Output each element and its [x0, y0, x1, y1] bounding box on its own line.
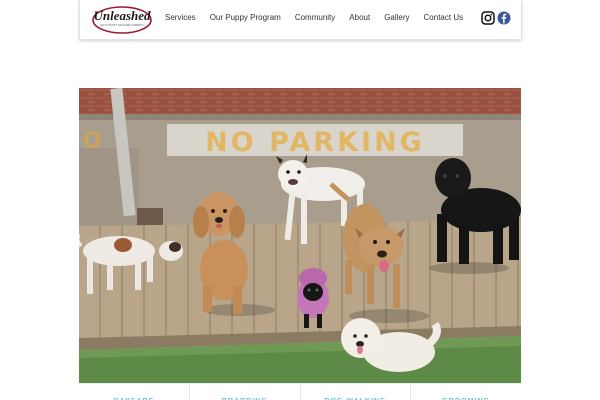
nav-contact-us[interactable]: Contact Us	[424, 13, 464, 23]
dogs-group-photo: NO PARKING O	[79, 88, 521, 383]
logo-tagline: A NYC PUPPY DAYCARE COMPANY	[100, 23, 144, 27]
hero-photo: NO PARKING O	[79, 88, 521, 383]
svg-text:O: O	[83, 129, 102, 154]
logo-graphic: Unleashed A NYC PUPPY DAYCARE COMPANY	[92, 6, 152, 34]
facebook-icon[interactable]	[497, 11, 511, 25]
social-links	[481, 11, 513, 25]
nav-our-puppy-program[interactable]: Our Puppy Program	[210, 13, 281, 23]
services-tiles: DAYCARE BOARDING DOG WALKING GROOMING	[79, 383, 521, 400]
tile-boarding[interactable]: BOARDING	[189, 383, 301, 400]
nav-community[interactable]: Community	[295, 13, 335, 23]
instagram-icon[interactable]	[481, 11, 495, 25]
nav-gallery[interactable]: Gallery	[384, 13, 409, 23]
main-nav: Services Our Puppy Program Community Abo…	[165, 13, 477, 23]
site-header: Unleashed A NYC PUPPY DAYCARE COMPANY Se…	[79, 0, 522, 40]
site-logo[interactable]: Unleashed A NYC PUPPY DAYCARE COMPANY	[91, 3, 153, 35]
no-parking-sign: NO PARKING	[205, 127, 425, 158]
brick-wall	[79, 88, 521, 114]
nav-about[interactable]: About	[349, 13, 370, 23]
nav-services[interactable]: Services	[165, 13, 196, 23]
logo-wordmark: Unleashed	[93, 8, 151, 23]
tile-daycare[interactable]: DAYCARE	[79, 383, 190, 400]
tile-dog-walking[interactable]: DOG WALKING	[300, 383, 412, 400]
tile-grooming[interactable]: GROOMING	[411, 383, 521, 400]
